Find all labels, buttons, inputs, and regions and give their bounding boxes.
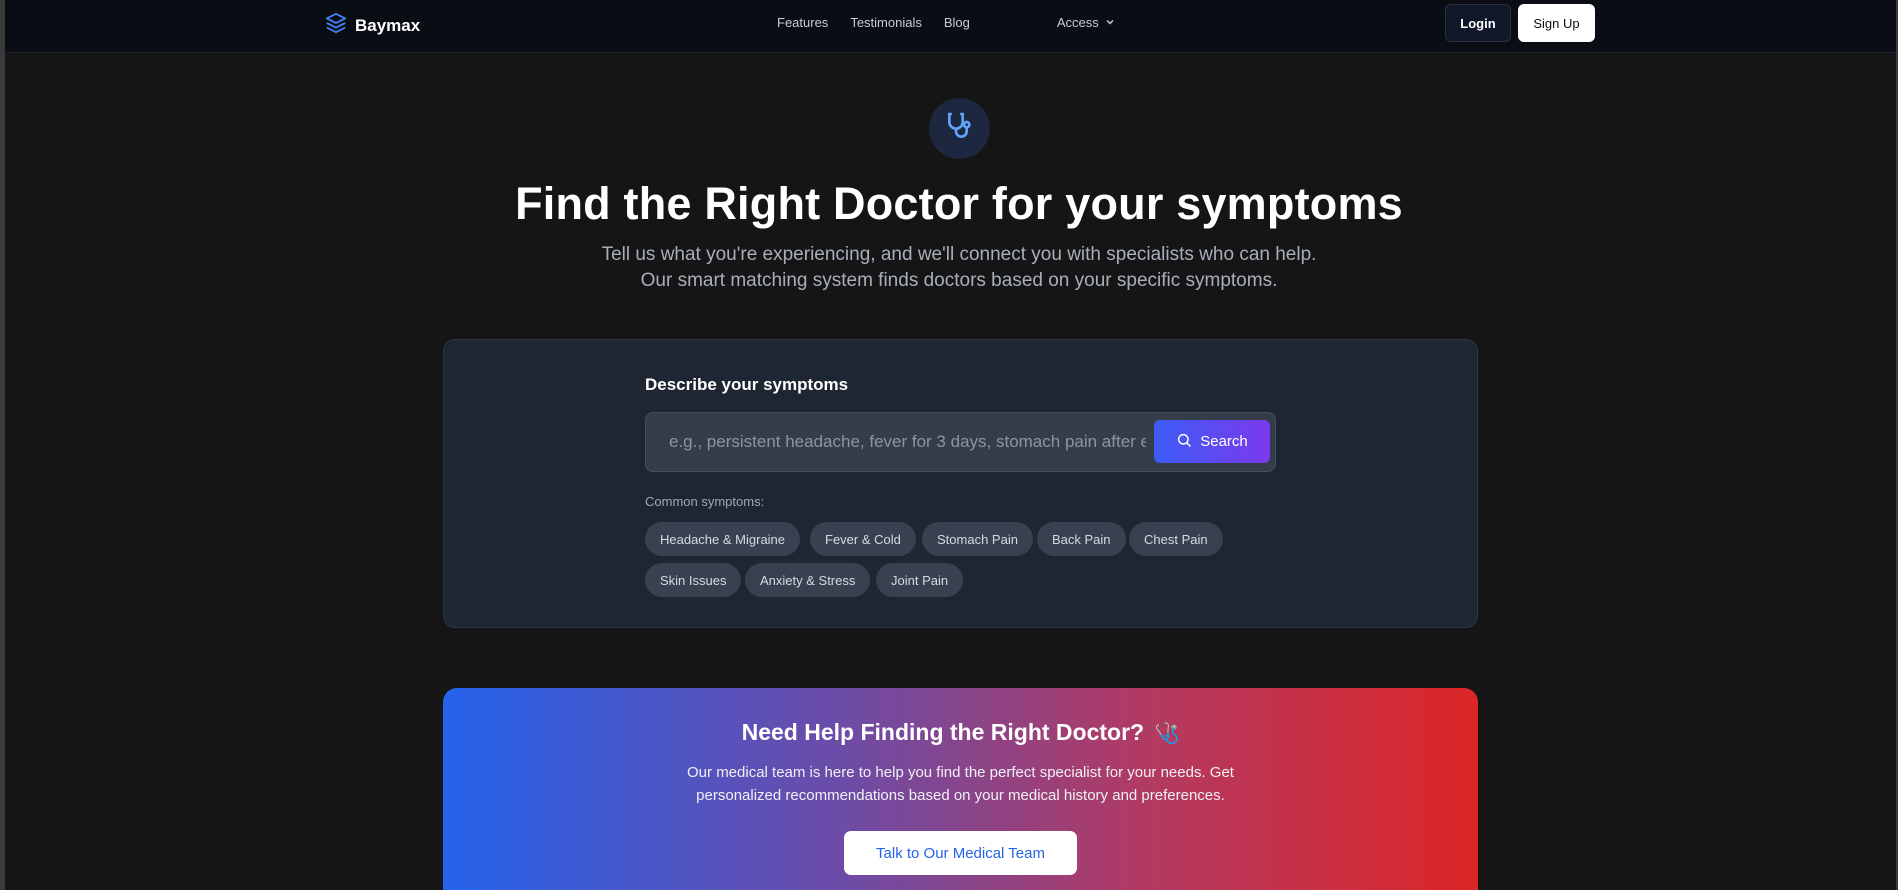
symptom-chip-back[interactable]: Back Pain (1037, 522, 1126, 556)
search-icon (1176, 432, 1192, 452)
search-box: Search (645, 412, 1276, 472)
search-button-label: Search (1200, 433, 1248, 450)
search-button[interactable]: Search (1154, 420, 1270, 463)
talk-to-medical-team-button[interactable]: Talk to Our Medical Team (844, 831, 1077, 875)
stethoscope-emoji-icon: 🩺 (1154, 723, 1180, 745)
nav-links: Features Testimonials Blog Access (777, 15, 1115, 30)
nav-access-label: Access (1056, 15, 1099, 30)
symptom-chip-chest[interactable]: Chest Pain (1129, 522, 1223, 556)
cta-title-text: Need Help Finding the Right Doctor? (741, 719, 1145, 745)
nav-access-dropdown[interactable]: Access (1057, 15, 1115, 30)
symptom-chip-headache[interactable]: Headache & Migraine (645, 522, 801, 556)
brand-logo-link[interactable]: Baymax (325, 12, 420, 39)
login-button[interactable]: Login (1445, 4, 1511, 42)
symptom-chip-joint[interactable]: Joint Pain (876, 563, 964, 597)
symptom-chip-anxiety[interactable]: Anxiety & Stress (745, 563, 871, 597)
nav-link-features[interactable]: Features (777, 15, 828, 30)
hero-subtitle-line2: Our smart matching system finds doctors … (640, 270, 1278, 291)
cta-text-line2: personalized recommendations based on yo… (696, 787, 1225, 804)
symptom-search-input[interactable] (646, 413, 1146, 471)
top-navbar: Baymax Features Testimonials Blog Access… (5, 0, 1896, 53)
hero-icon-badge (929, 98, 990, 159)
common-symptoms-label: Common symptoms: (645, 494, 765, 509)
cta-text-line1: Our medical team is here to help you fin… (687, 764, 1234, 781)
symptom-chip-skin[interactable]: Skin Issues (645, 563, 742, 597)
symptom-search-card: Describe your symptoms Search Common sym… (443, 339, 1478, 628)
signup-button[interactable]: Sign Up (1518, 4, 1595, 42)
symptom-search-label: Describe your symptoms (645, 375, 849, 394)
layers-icon (325, 12, 347, 39)
symptom-chip-stomach[interactable]: Stomach Pain (922, 522, 1033, 556)
help-cta-banner: Need Help Finding the Right Doctor? 🩺 Ou… (443, 688, 1478, 890)
nav-link-testimonials[interactable]: Testimonials (850, 15, 922, 30)
chevron-down-icon (1105, 15, 1115, 30)
window-frame-left (0, 0, 5, 890)
page-title: Find the Right Doctor for your symptoms (515, 178, 1403, 229)
nav-link-blog[interactable]: Blog (944, 15, 970, 30)
stethoscope-icon (944, 110, 976, 147)
symptom-chip-fever[interactable]: Fever & Cold (810, 522, 916, 556)
brand-name: Baymax (355, 15, 421, 35)
hero-subtitle-line1: Tell us what you're experiencing, and we… (601, 244, 1317, 265)
cta-title: Need Help Finding the Right Doctor? 🩺 (443, 719, 1478, 746)
